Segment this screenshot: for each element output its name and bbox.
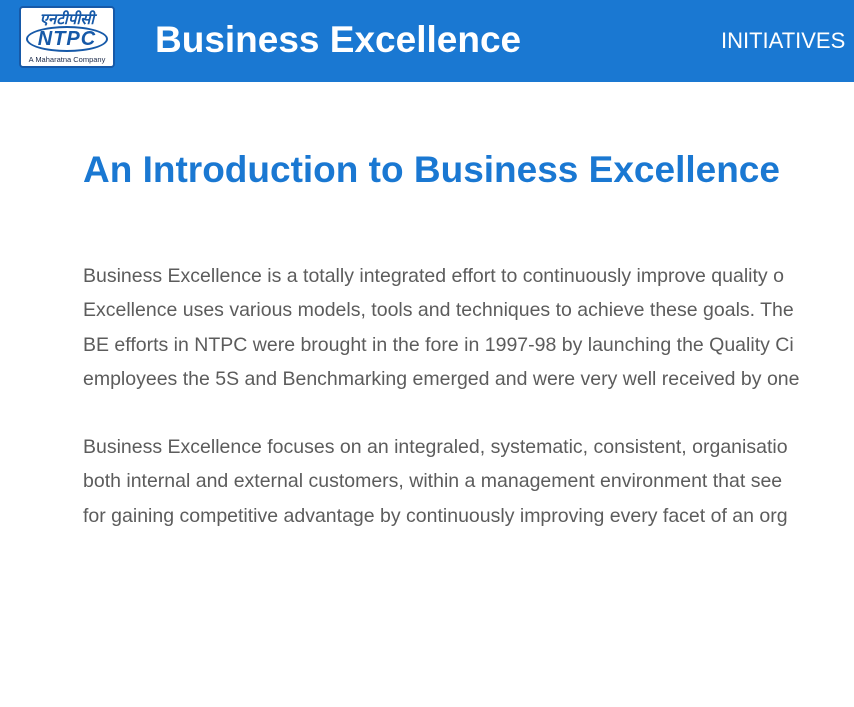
intro-paragraph: Business Excellence is a totally integra… [83,259,854,396]
site-title[interactable]: Business Excellence [155,19,521,61]
logo-tagline: A Maharatna Company [28,55,106,64]
paragraph-line: Business Excellence focuses on an integr… [83,436,788,458]
paragraph-line: for gaining competitive advantage by con… [83,504,788,527]
paragraph-line: employees the 5S and Benchmarking emerge… [83,367,800,390]
focus-paragraph: Business Excellence focuses on an integr… [83,430,854,533]
paragraph-line: Excellence uses various models, tools an… [83,299,794,322]
logo-wordmark: NTPC [37,28,97,50]
page-title: An Introduction to Business Excellence [83,149,780,190]
paragraph-line: Business Excellence is a totally integra… [83,265,784,287]
ntpc-logo[interactable]: एनटीपीसी NTPC A Maharatna Company [19,6,115,68]
paragraph-line: BE efforts in NTPC were brought in the f… [83,333,794,356]
nav-item-initiatives[interactable]: INITIATIVES [721,28,845,54]
site-header: एनटीपीसी NTPC A Maharatna Company Busine… [0,0,854,82]
paragraph-line: both internal and external customers, wi… [83,470,783,493]
